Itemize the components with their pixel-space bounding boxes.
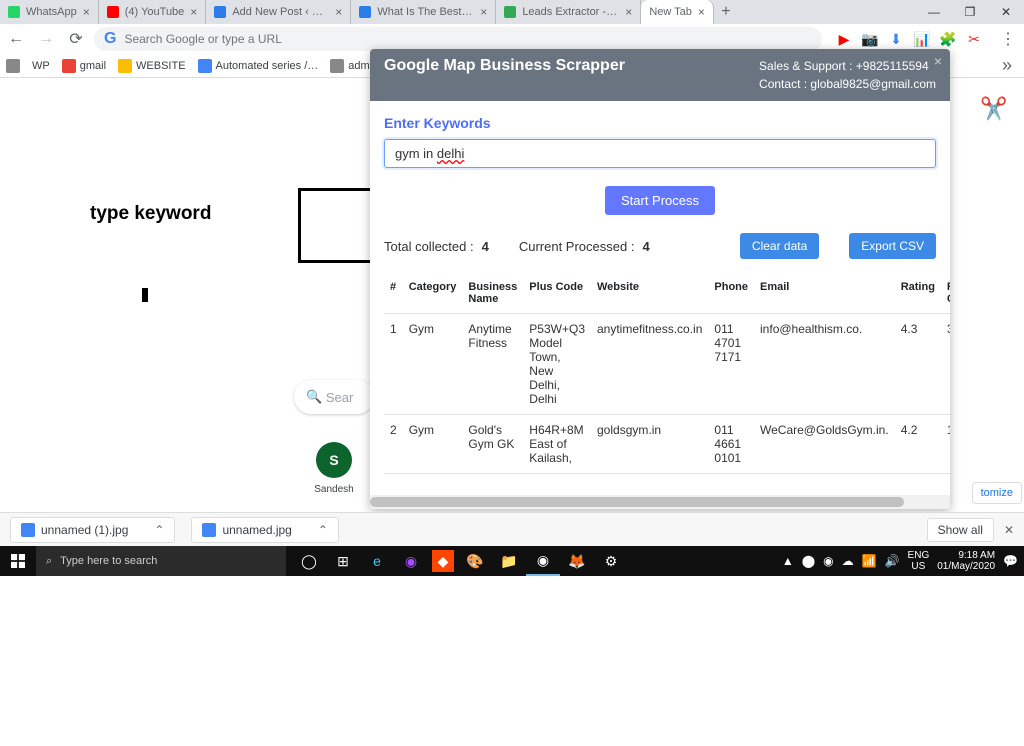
keywords-label: Enter Keywords — [384, 115, 936, 131]
horizontal-scrollbar[interactable] — [370, 495, 950, 509]
omnibox[interactable]: G — [94, 27, 822, 51]
text-cursor — [142, 288, 148, 302]
browser-tab[interactable]: What Is The Best Scrap× — [351, 0, 496, 24]
windows-taskbar: ⌕ Type here to search ◯ ⊞ e ◉ ◆ 🎨 📁 ◉ 🦊 … — [0, 546, 1024, 576]
minimize-button[interactable]: — — [916, 0, 952, 24]
ext-icon[interactable]: ✂ — [966, 31, 982, 47]
downloads-bar: unnamed (1).jpg ⌃ unnamed.jpg ⌃ Show all… — [0, 512, 1024, 546]
edge-icon[interactable]: e — [360, 546, 394, 576]
bookmark-item[interactable]: WP — [32, 60, 50, 72]
file-icon — [202, 523, 216, 537]
close-icon[interactable]: × — [625, 5, 632, 19]
app-icon[interactable]: ◆ — [432, 550, 454, 572]
keywords-input[interactable]: gym in delhi — [384, 139, 936, 168]
chrome-icon[interactable]: ◉ — [526, 546, 560, 576]
total-collected-label: Total collected :4 — [384, 239, 489, 254]
start-button[interactable] — [0, 546, 36, 576]
logo-icon: ✂️ — [980, 96, 1007, 122]
new-tab-button[interactable]: + — [714, 0, 738, 24]
ntp-search-box[interactable]: 🔍 Sear — [294, 380, 374, 414]
firefox-icon[interactable]: ◉ — [394, 546, 428, 576]
ext-icon[interactable]: 🧩 — [940, 31, 956, 47]
ext-icon[interactable]: ▶ — [836, 31, 852, 47]
bookmark-overflow[interactable]: » — [996, 55, 1018, 76]
maximize-button[interactable]: ❐ — [952, 0, 988, 24]
search-icon: 🔍 — [306, 389, 322, 405]
ext-icon[interactable]: ⬇ — [888, 31, 904, 47]
file-icon — [21, 523, 35, 537]
tray-icon[interactable]: ☁ — [842, 554, 854, 568]
close-icon[interactable]: × — [190, 5, 197, 19]
url-input[interactable] — [124, 32, 812, 46]
window-close-button[interactable]: ✕ — [988, 0, 1024, 24]
popup-contact: Sales & Support : +9825115594 Contact : … — [759, 57, 936, 93]
extension-icons: ▶ 📷 ⬇ 📊 🧩 ✂ — [836, 31, 990, 47]
clear-data-button[interactable]: Clear data — [740, 233, 819, 259]
results-table: # Category Business Name Plus Code Websi… — [384, 273, 950, 474]
back-button[interactable]: ← — [4, 27, 28, 51]
tray-icon[interactable]: ▲ — [782, 554, 794, 568]
menu-button[interactable]: ⋮ — [996, 27, 1020, 51]
tray-icon[interactable]: ⬤ — [802, 554, 815, 568]
wifi-icon[interactable]: 📶 — [862, 554, 877, 568]
tray-icon[interactable]: ◉ — [823, 554, 833, 568]
chevron-up-icon[interactable]: ⌃ — [154, 523, 164, 537]
popup-close-icon[interactable]: × — [934, 53, 942, 69]
bookmark-item[interactable] — [6, 59, 20, 73]
download-item[interactable]: unnamed (1).jpg ⌃ — [10, 517, 175, 543]
cortana-icon[interactable]: ◯ — [292, 546, 326, 576]
taskbar-search[interactable]: ⌕ Type here to search — [36, 546, 286, 576]
show-all-button[interactable]: Show all — [927, 518, 994, 542]
start-process-button[interactable]: Start Process — [605, 186, 715, 215]
close-icon[interactable]: × — [698, 5, 705, 19]
table-row: 2GymGold's Gym GKH64R+8M East of Kailash… — [384, 415, 950, 474]
notifications-icon[interactable]: 💬 — [1003, 554, 1018, 568]
reload-button[interactable]: ⟳ — [64, 27, 88, 51]
clock[interactable]: 9:18 AM01/May/2020 — [937, 550, 995, 572]
browser-tab-active[interactable]: New Tab× — [641, 0, 714, 24]
popup-header: Google Map Business Scrapper Sales & Sup… — [370, 49, 950, 101]
bookmark-item[interactable]: WEBSITE — [118, 59, 186, 73]
system-tray: ▲ ⬤ ◉ ☁ 📶 🔊 ENGUS 9:18 AM01/May/2020 💬 — [782, 550, 1024, 572]
close-icon[interactable]: × — [335, 5, 342, 19]
chevron-up-icon[interactable]: ⌃ — [318, 523, 328, 537]
bookmark-item[interactable]: Automated series /… — [198, 59, 319, 73]
blank-area — [0, 576, 1024, 746]
close-icon[interactable]: × — [83, 5, 90, 19]
google-icon: G — [104, 30, 116, 48]
forward-button[interactable]: → — [34, 27, 58, 51]
table-row: 1GymAnytime FitnessP53W+Q3 Model Town, N… — [384, 314, 950, 415]
export-csv-button[interactable]: Export CSV — [849, 233, 936, 259]
browser-tab[interactable]: (4) YouTube× — [99, 0, 207, 24]
app-icon[interactable]: ⚙ — [594, 546, 628, 576]
browser-tab[interactable]: WhatsApp× — [0, 0, 99, 24]
current-processed-label: Current Processed :4 — [519, 239, 650, 254]
close-icon[interactable]: ✕ — [1004, 523, 1014, 537]
extension-popup: Google Map Business Scrapper Sales & Sup… — [370, 49, 950, 509]
popup-title: Google Map Business Scrapper — [384, 57, 625, 75]
app-icon[interactable]: 🎨 — [458, 546, 492, 576]
close-icon[interactable]: × — [480, 5, 487, 19]
explorer-icon[interactable]: 📁 — [492, 546, 526, 576]
ext-icon[interactable]: 📊 — [914, 31, 930, 47]
language-indicator[interactable]: ENGUS — [908, 550, 930, 572]
bookmark-item[interactable]: gmail — [62, 59, 106, 73]
ntp-shortcut[interactable]: S Sandesh — [308, 442, 360, 495]
customize-button[interactable]: tomize — [972, 482, 1022, 504]
download-item[interactable]: unnamed.jpg ⌃ — [191, 517, 338, 543]
taskview-icon[interactable]: ⊞ — [326, 546, 360, 576]
browser-tab[interactable]: Leads Extractor - B2B G× — [496, 0, 641, 24]
firefox-icon[interactable]: 🦊 — [560, 546, 594, 576]
browser-tab[interactable]: Add New Post ‹ Google× — [206, 0, 351, 24]
search-icon: ⌕ — [46, 555, 52, 568]
annotation-text: type keyword — [90, 203, 211, 225]
ext-icon[interactable]: 📷 — [862, 31, 878, 47]
volume-icon[interactable]: 🔊 — [885, 554, 900, 568]
